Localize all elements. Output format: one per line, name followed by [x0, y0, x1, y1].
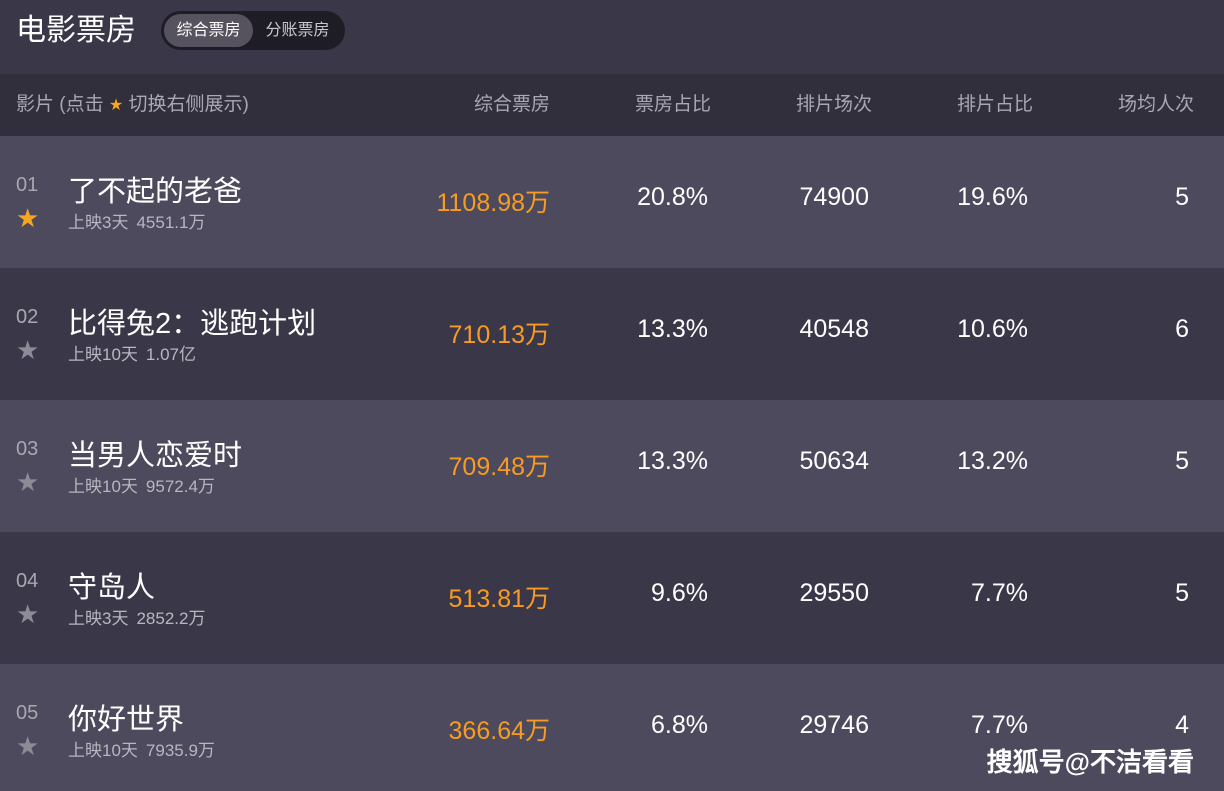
tab-split-box-office[interactable]: 分账票房 [253, 14, 342, 47]
table-row[interactable]: 03 ★ 当男人恋爱时上映10天 9572.4万 709.48万 13.3% 50634 13… [0, 400, 1224, 532]
avg-attendance-value: 5 [1175, 447, 1189, 475]
rank-number: 01 [16, 174, 39, 196]
star-icon[interactable]: ★ [16, 336, 39, 364]
column-header-shows[interactable]: 排片场次 [796, 74, 872, 136]
cumulative-box-office: 2852.2万 [136, 609, 206, 628]
gross-value: 366.64万 [448, 717, 550, 745]
share-value: 13.3% [637, 315, 708, 343]
show-share-value: 7.7% [971, 711, 1028, 739]
avg-attendance-value: 6 [1175, 315, 1189, 343]
top-bar: 电影票房 综合票房 分账票房 [0, 0, 1224, 74]
cumulative-box-office: 1.07亿 [145, 345, 197, 364]
film-header-prefix: 影片 (点击 [16, 94, 104, 115]
avg-attendance-value: 5 [1175, 579, 1189, 607]
film-title[interactable]: 了不起的老爸 [68, 168, 242, 210]
film-title[interactable]: 你好世界 [68, 696, 184, 738]
release-days: 上映3天 [68, 609, 129, 628]
page-title: 电影票房 [16, 14, 136, 47]
film-title[interactable]: 比得兔2：逃跑计划 [68, 300, 316, 342]
column-header-gross[interactable]: 综合票房 [474, 74, 550, 136]
gross-value: 710.13万 [448, 321, 550, 349]
show-share-value: 10.6% [957, 315, 1028, 343]
avg-attendance-value: 5 [1175, 183, 1189, 211]
shows-value: 74900 [799, 183, 869, 211]
release-days: 上映10天 [68, 477, 138, 496]
star-icon[interactable]: ★ [16, 468, 39, 496]
show-share-value: 7.7% [971, 579, 1028, 607]
share-value: 20.8% [637, 183, 708, 211]
film-title[interactable]: 守岛人 [68, 564, 155, 606]
share-value: 13.3% [637, 447, 708, 475]
share-value: 6.8% [651, 711, 708, 739]
show-share-value: 19.6% [957, 183, 1028, 211]
release-days: 上映3天 [68, 213, 129, 232]
cumulative-box-office: 4551.1万 [136, 213, 206, 232]
release-days: 上映10天 [68, 741, 138, 760]
star-icon[interactable]: ★ [16, 204, 39, 232]
release-days: 上映10天 [68, 345, 138, 364]
column-header-avg-attendance[interactable]: 场均人次 [1118, 74, 1194, 136]
rank-number: 04 [16, 570, 39, 592]
star-icon: ★ [108, 97, 124, 114]
tab-group: 综合票房 分账票房 [161, 11, 345, 50]
shows-value: 40548 [799, 315, 869, 343]
show-share-value: 13.2% [957, 447, 1028, 475]
film-meta: 上映10天 1.07亿 [68, 340, 196, 365]
shows-value: 50634 [799, 447, 869, 475]
table-header: 影片 (点击 ★ 切换右侧展示) 综合票房 票房占比 排片场次 排片占比 场均人… [0, 74, 1224, 136]
film-meta: 上映3天 4551.1万 [68, 208, 205, 233]
table-row[interactable]: 01 ★ 了不起的老爸上映3天 4551.1万 1108.98万 20.8% 74900 19… [0, 136, 1224, 268]
table-row[interactable]: 02 ★ 比得兔2：逃跑计划上映10天 1.07亿 710.13万 13.3% 40548 1… [0, 268, 1224, 400]
column-header-share[interactable]: 票房占比 [635, 74, 711, 136]
film-meta: 上映3天 2852.2万 [68, 604, 205, 629]
watermark: 搜狐号@不洁看看 [986, 747, 1194, 777]
gross-value: 709.48万 [448, 453, 550, 481]
column-header-film: 影片 (点击 ★ 切换右侧展示) [16, 74, 249, 136]
rank-number: 03 [16, 438, 39, 460]
star-icon[interactable]: ★ [16, 732, 39, 760]
cumulative-box-office: 9572.4万 [145, 477, 215, 496]
rank-number: 02 [16, 306, 39, 328]
cumulative-box-office: 7935.9万 [145, 741, 215, 760]
table-row[interactable]: 04 ★ 守岛人上映3天 2852.2万 513.81万 9.6% 29550 7.7% 5 [0, 532, 1224, 664]
gross-value: 513.81万 [448, 585, 550, 613]
shows-value: 29746 [799, 711, 869, 739]
shows-value: 29550 [799, 579, 869, 607]
gross-value: 1108.98万 [436, 189, 550, 217]
star-icon[interactable]: ★ [16, 600, 39, 628]
film-meta: 上映10天 9572.4万 [68, 472, 215, 497]
tab-comprehensive-box-office[interactable]: 综合票房 [164, 14, 253, 47]
film-title[interactable]: 当男人恋爱时 [68, 432, 242, 474]
rank-number: 05 [16, 702, 39, 724]
avg-attendance-value: 4 [1175, 711, 1189, 739]
film-meta: 上映10天 7935.9万 [68, 736, 215, 761]
column-header-show-share[interactable]: 排片占比 [957, 74, 1033, 136]
share-value: 9.6% [651, 579, 708, 607]
film-header-suffix: 切换右侧展示) [128, 94, 249, 115]
